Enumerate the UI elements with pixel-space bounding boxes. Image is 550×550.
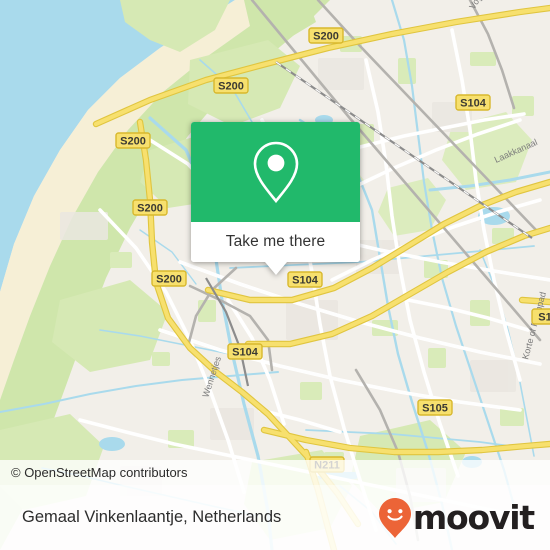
- moovit-logo[interactable]: moovit: [378, 497, 550, 539]
- svg-text:S104: S104: [232, 347, 259, 359]
- moovit-wordmark: moovit: [412, 498, 535, 537]
- svg-text:S200: S200: [313, 31, 339, 43]
- moovit-smiling-pin-icon: [378, 497, 411, 538]
- svg-text:S200: S200: [120, 136, 146, 148]
- svg-text:S104: S104: [460, 98, 487, 110]
- take-me-there-button[interactable]: Take me there: [191, 222, 360, 262]
- footer-bar: Gemaal Vinkenlaantje, Netherlands moovit: [0, 485, 550, 550]
- svg-text:S104: S104: [292, 275, 319, 287]
- svg-text:S200: S200: [156, 274, 182, 286]
- road-shield-s104-3: S104: [227, 343, 263, 360]
- attribution-text[interactable]: © OpenStreetMap contributors: [0, 465, 188, 480]
- road-shield-s104-2: S104: [287, 271, 323, 288]
- svg-text:S200: S200: [218, 81, 244, 93]
- map-pin-icon: [253, 141, 298, 204]
- road-shield-s200-3: S200: [115, 132, 151, 149]
- callout-tail: [264, 262, 287, 275]
- map-attribution-bar: © OpenStreetMap contributors: [0, 460, 550, 485]
- road-shield-s200-1: S200: [308, 27, 344, 44]
- road-shield-s200-2: S200: [213, 77, 249, 94]
- svg-text:S105: S105: [422, 403, 448, 415]
- road-shield-s200-4: S200: [132, 199, 168, 216]
- road-shield-s1: S1: [531, 308, 550, 325]
- svg-text:S1: S1: [538, 312, 550, 324]
- moovit-map-screenshot: Laakkanaal Korte of Reijnpad Wennetjes V…: [0, 0, 550, 550]
- road-shield-s200-5: S200: [151, 270, 187, 287]
- place-title: Gemaal Vinkenlaantje, Netherlands: [22, 508, 282, 526]
- svg-text:S200: S200: [137, 203, 163, 215]
- road-shield-s105: S105: [417, 399, 453, 416]
- callout-hero: [191, 122, 360, 222]
- place-callout[interactable]: Take me there: [191, 122, 360, 275]
- callout-body: Take me there: [191, 122, 360, 262]
- road-shield-s104-1: S104: [455, 94, 491, 111]
